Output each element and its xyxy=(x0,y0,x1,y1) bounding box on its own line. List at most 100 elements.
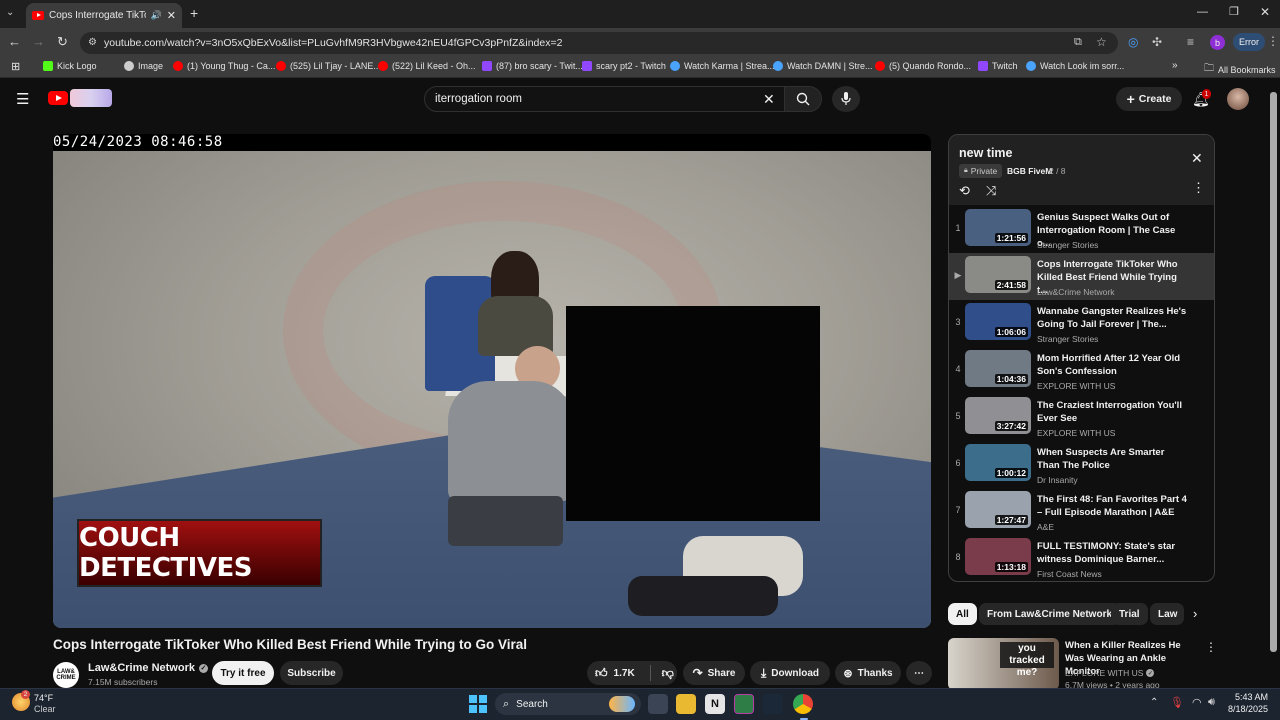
download-button[interactable]: ⤓ Download xyxy=(750,661,830,685)
doodle-logo-icon[interactable] xyxy=(70,89,112,107)
error-button[interactable]: Error xyxy=(1233,33,1265,51)
extensions-puzzle-icon[interactable]: ✣ xyxy=(1152,35,1162,49)
playlist-item-title[interactable]: The Craziest Interrogation You'll Ever S… xyxy=(1037,399,1187,425)
voice-search-button[interactable] xyxy=(832,86,860,112)
share-button[interactable]: ↷ Share xyxy=(683,661,745,685)
playlist-item-current[interactable]: ▶ 2:41:58 Cops Interrogate TikToker Who … xyxy=(949,253,1214,300)
more-bookmarks-icon[interactable]: » xyxy=(1172,60,1178,71)
new-tab-icon[interactable]: + xyxy=(190,5,198,21)
window-close-icon[interactable]: ✕ xyxy=(1260,5,1270,19)
recommended-channel[interactable]: EXPLORE WITH US ✓ xyxy=(1065,668,1155,678)
bookmark-7[interactable]: scary pt2 - Twitch xyxy=(582,61,666,71)
back-icon[interactable]: ← xyxy=(8,34,21,49)
all-bookmarks[interactable]: 🗀 All Bookmarks xyxy=(1204,61,1276,78)
bookmark-1[interactable]: Kick Logo xyxy=(43,61,97,71)
bookmark-8[interactable]: Watch Karma | Strea... xyxy=(670,61,775,71)
dislike-button[interactable]: 👎︎ xyxy=(662,666,674,681)
speaker-icon[interactable]: 🔊 xyxy=(151,10,162,21)
video-player[interactable]: 05/24/2023 08:46:58 COUCH DETECTIVES xyxy=(53,134,931,628)
search-button[interactable] xyxy=(784,86,822,112)
playlist-item[interactable]: 1 1:21:56 Genius Suspect Walks Out of In… xyxy=(949,206,1214,253)
bookmark-10[interactable]: (5) Quando Rondo... xyxy=(875,61,971,71)
playlist-item-title[interactable]: Mom Horrified After 12 Year Old Son's Co… xyxy=(1037,352,1187,378)
thanks-button[interactable]: ⊛ Thanks xyxy=(835,661,901,685)
playlist-thumbnail[interactable]: 1:27:47 xyxy=(965,491,1031,528)
windows-start-icon[interactable] xyxy=(469,695,487,713)
account-avatar[interactable] xyxy=(1227,88,1249,110)
bookmark-5[interactable]: (522) Lil Keed - Oh... xyxy=(378,61,476,71)
chrome-icon[interactable] xyxy=(793,694,813,714)
clear-search-icon[interactable]: ✕ xyxy=(763,91,775,108)
playlist-item[interactable]: 4 1:04:36 Mom Horrified After 12 Year Ol… xyxy=(949,347,1214,394)
playlist-item[interactable]: 6 1:00:12 When Suspects Are Smarter Than… xyxy=(949,441,1214,488)
clock-time[interactable]: 5:43 AM xyxy=(1228,692,1268,702)
recommended-thumbnail[interactable]: you tracked me? xyxy=(948,638,1059,690)
playlist-thumbnail[interactable]: 1:21:56 xyxy=(965,209,1031,246)
bookmark-4[interactable]: (525) Lil Tjay - LANE... xyxy=(276,61,381,71)
playlist-item[interactable]: 3 1:06:06 Wannabe Gangster Realizes He's… xyxy=(949,300,1214,347)
playlist-thumbnail[interactable]: 3:27:42 xyxy=(965,397,1031,434)
profile-avatar[interactable]: b xyxy=(1210,35,1225,50)
chip-law[interactable]: Law xyxy=(1150,603,1184,625)
wifi-icon[interactable]: ◠ xyxy=(1192,696,1202,709)
bookmark-12[interactable]: Watch Look im sorr... xyxy=(1026,61,1124,71)
tray-overflow-icon[interactable]: ⌃ xyxy=(1150,697,1158,708)
address-bar[interactable]: ⚙ youtube.com/watch?v=3nO5xQbExVo&list=P… xyxy=(80,32,1118,54)
playlist-item[interactable]: 8 1:13:18 FULL TESTIMONY: State's star w… xyxy=(949,535,1214,581)
forward-icon[interactable]: → xyxy=(32,34,45,49)
recommended-menu-icon[interactable]: ⋮ xyxy=(1205,640,1217,654)
playlist-thumbnail[interactable]: 1:13:18 xyxy=(965,538,1031,575)
bookmark-3[interactable]: (1) Young Thug - Ca... xyxy=(173,61,275,71)
try-it-free-button[interactable]: Try it free xyxy=(212,661,274,685)
playlist-menu-icon[interactable]: ⋮ xyxy=(1192,180,1205,196)
apps-grid-icon[interactable]: ⊞ xyxy=(11,60,20,73)
mic-in-use-icon[interactable]: 🎙︎ xyxy=(1170,696,1184,709)
reload-icon[interactable]: ↻ xyxy=(57,34,68,50)
create-button[interactable]: + Create xyxy=(1116,87,1182,111)
playlist-thumbnail[interactable]: 2:41:58 xyxy=(965,256,1031,293)
loop-icon[interactable]: ⟲ xyxy=(959,183,970,199)
subscribe-button[interactable]: Subscribe xyxy=(280,661,343,685)
volume-icon[interactable]: 🔊︎ xyxy=(1208,696,1215,709)
notepad-icon[interactable]: N xyxy=(705,694,725,714)
media-controls-icon[interactable]: ≡ xyxy=(1187,35,1194,49)
chips-next-icon[interactable]: › xyxy=(1193,606,1197,621)
channel-avatar[interactable]: LAW& CRIME xyxy=(53,662,79,688)
restore-icon[interactable]: ❐ xyxy=(1229,5,1239,18)
playlist-item-title[interactable]: Wannabe Gangster Realizes He's Going To … xyxy=(1037,305,1187,331)
playlist-thumbnail[interactable]: 1:04:36 xyxy=(965,350,1031,387)
chip-from-channel[interactable]: From Law&Crime Network xyxy=(979,603,1121,625)
cast-icon[interactable]: ⧉ xyxy=(1074,36,1082,49)
browser-menu-icon[interactable]: ⋮ xyxy=(1267,34,1279,48)
close-playlist-icon[interactable]: ✕ xyxy=(1191,150,1203,167)
bookmark-9[interactable]: Watch DAMN | Stre... xyxy=(773,61,873,71)
minimize-icon[interactable]: — xyxy=(1197,6,1208,18)
file-explorer-icon[interactable] xyxy=(676,694,696,714)
chip-all[interactable]: All xyxy=(948,603,977,625)
chip-trial[interactable]: Trial xyxy=(1111,603,1148,625)
menu-icon[interactable]: ☰ xyxy=(16,90,29,108)
task-view-icon[interactable] xyxy=(648,694,668,714)
playlist-item[interactable]: 7 1:27:47 The First 48: Fan Favorites Pa… xyxy=(949,488,1214,535)
playlist-owner[interactable]: BGB FiveM xyxy=(1007,166,1052,176)
tab-active[interactable]: Cops Interrogate TikToker W 🔊 ✕ xyxy=(26,3,182,28)
tab-search-icon[interactable]: ⌄ xyxy=(6,7,14,18)
channel-name[interactable]: Law&Crime Network ✓ xyxy=(88,662,208,674)
playlist-item-title[interactable]: When Suspects Are Smarter Than The Polic… xyxy=(1037,446,1187,472)
bookmark-6[interactable]: (87) bro scary - Twit... xyxy=(482,61,583,71)
playlist-item-title[interactable]: The First 48: Fan Favorites Part 4 – Ful… xyxy=(1037,493,1187,519)
more-actions-icon[interactable]: ⋯ xyxy=(906,661,932,685)
spreadsheet-icon[interactable] xyxy=(734,694,754,714)
taskbar-search[interactable]: ⌕ Search xyxy=(495,693,641,715)
bookmark-2[interactable]: Image xyxy=(124,61,163,71)
page-scrollbar[interactable] xyxy=(1270,92,1277,652)
playlist-thumbnail[interactable]: 1:00:12 xyxy=(965,444,1031,481)
like-button[interactable]: 👍︎ 1.7K xyxy=(595,666,635,681)
steam-icon[interactable] xyxy=(763,694,783,714)
search-input[interactable]: iterrogation room ✕ xyxy=(424,86,786,112)
shuffle-icon[interactable]: ⤨ xyxy=(986,183,996,199)
playlist-item-title[interactable]: FULL TESTIMONY: State's star witness Dom… xyxy=(1037,540,1187,566)
bookmark-star-icon[interactable]: ☆ xyxy=(1096,35,1107,49)
extension-icon[interactable]: ◎ xyxy=(1128,35,1138,49)
youtube-logo[interactable] xyxy=(48,91,68,105)
